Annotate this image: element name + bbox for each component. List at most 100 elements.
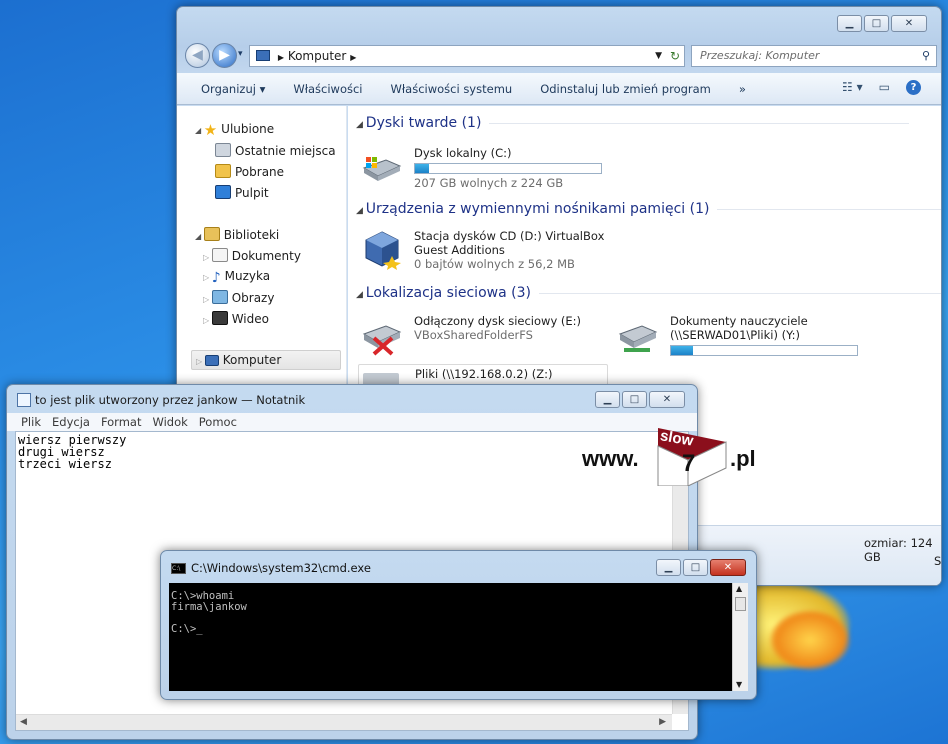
cmd-console[interactable]: C:\>whoami firma\jankow C:\>_ ▲ ▼ xyxy=(169,583,748,691)
explorer-caption-buttons: ▁ □ ✕ xyxy=(837,15,927,32)
menu-format[interactable]: Format xyxy=(101,415,142,429)
network-drive-icon xyxy=(618,322,658,356)
expand-arrow-icon[interactable]: ▷ xyxy=(196,357,205,366)
group-heading: Urządzenia z wymiennymi nośnikami pamięc… xyxy=(365,201,710,217)
expand-arrow-icon[interactable]: ▷ xyxy=(203,253,212,262)
collapse-arrow-icon[interactable]: ◢ xyxy=(356,290,366,300)
libraries-icon xyxy=(203,227,220,241)
search-placeholder: Przeszukaj: Komputer xyxy=(700,49,820,62)
notepad-caption-buttons: ▁ □ ✕ xyxy=(595,391,685,408)
cmd-icon: C:\ xyxy=(171,563,186,574)
scroll-right-icon[interactable]: ▶ xyxy=(659,717,666,727)
breadcrumb-computer[interactable]: Komputer xyxy=(288,49,347,63)
expand-arrow-icon[interactable]: ▷ xyxy=(203,316,212,325)
cmd-caption-buttons: ▁ □ ✕ xyxy=(656,559,746,576)
logo-seven: 7 xyxy=(682,450,696,477)
group-network[interactable]: ◢ Lokalizacja sieciowa (3) xyxy=(356,285,941,301)
menu-edit[interactable]: Edycja xyxy=(52,415,90,429)
refresh-icon[interactable]: ↻ xyxy=(670,46,680,66)
drive-d-free-space: 0 bajtów wolnych z 56,2 MB xyxy=(414,257,575,271)
nav-libraries[interactable]: ◢ Biblioteki xyxy=(195,227,279,242)
star-icon: ★ xyxy=(203,121,218,139)
organize-button[interactable]: Organizuj ▾ xyxy=(201,82,265,96)
minimize-button[interactable]: ▁ xyxy=(837,15,862,32)
nav-recent-places[interactable]: Ostatnie miejsca xyxy=(215,143,336,158)
group-heading: Dyski twarde (1) xyxy=(365,115,482,131)
nav-label: Ulubione xyxy=(221,122,275,136)
expand-arrow-icon[interactable]: ◢ xyxy=(195,232,204,241)
recent-pages-chevron-icon[interactable]: ▾ xyxy=(238,49,243,59)
maximize-button[interactable]: □ xyxy=(622,391,647,408)
search-input[interactable]: Przeszukaj: Komputer ⚲ xyxy=(691,45,937,67)
drive-c-free-space: 207 GB wolnych z 224 GB xyxy=(414,176,564,190)
expand-arrow-icon[interactable]: ▷ xyxy=(203,273,212,282)
address-bar[interactable]: ▶ Komputer ▶ ▼ ↻ xyxy=(249,45,685,67)
address-dropdown-icon[interactable]: ▼ xyxy=(655,46,662,66)
wallpaper-glow-2 xyxy=(770,610,850,670)
close-button[interactable]: ✕ xyxy=(891,15,927,32)
more-commands-button[interactable]: » xyxy=(739,82,746,96)
hard-drive-icon xyxy=(362,154,402,182)
expand-arrow-icon[interactable]: ▷ xyxy=(203,295,212,304)
collapse-arrow-icon[interactable]: ◢ xyxy=(356,120,366,130)
cmd-output[interactable]: C:\>whoami firma\jankow C:\>_ xyxy=(171,591,247,635)
scroll-up-icon[interactable]: ▲ xyxy=(736,584,742,593)
system-properties-button[interactable]: Właściwości systemu xyxy=(391,82,513,96)
drive-z-name: Pliki (\\192.168.0.2) (Z:) xyxy=(415,367,553,381)
menu-view[interactable]: Widok xyxy=(152,415,187,429)
maximize-button[interactable]: □ xyxy=(683,559,708,576)
change-view-icon[interactable]: ☷ ▾ xyxy=(842,80,863,95)
breadcrumb-arrow-icon: ▶ xyxy=(277,53,284,62)
drive-y-name-line1: Dokumenty nauczyciele xyxy=(670,314,808,328)
logo-www: www. xyxy=(582,446,639,471)
close-button[interactable]: ✕ xyxy=(649,391,685,408)
search-icon[interactable]: ⚲ xyxy=(922,46,930,66)
divider xyxy=(489,122,910,124)
nav-label: Komputer xyxy=(222,353,282,367)
group-hard-drives[interactable]: ◢ Dyski twarde (1) xyxy=(356,115,910,131)
drive-c-usage-fill xyxy=(415,164,430,173)
nav-label: Wideo xyxy=(231,312,269,326)
maximize-button[interactable]: □ xyxy=(864,15,889,32)
downloads-folder-icon xyxy=(215,164,231,178)
nav-favorites[interactable]: ◢ ★ Ulubione xyxy=(195,121,275,139)
scroll-thumb[interactable] xyxy=(735,597,746,611)
minimize-button[interactable]: ▁ xyxy=(656,559,681,576)
virtualbox-cd-icon xyxy=(362,230,402,270)
forward-icon[interactable]: ▶ xyxy=(212,43,237,68)
help-icon[interactable]: ? xyxy=(906,80,921,95)
nav-downloads[interactable]: Pobrane xyxy=(215,164,284,179)
drive-y-usage-fill xyxy=(671,346,694,355)
documents-icon xyxy=(211,248,228,262)
collapse-arrow-icon[interactable]: ◢ xyxy=(356,206,366,216)
properties-button[interactable]: Właściwości xyxy=(293,82,362,96)
drive-c-usage-bar xyxy=(414,163,602,174)
back-icon[interactable]: ◀ xyxy=(185,43,210,68)
nav-desktop[interactable]: Pulpit xyxy=(215,185,269,200)
cmd-title: C:\Windows\system32\cmd.exe xyxy=(191,561,371,575)
close-button[interactable]: ✕ xyxy=(710,559,746,576)
nav-video[interactable]: ▷ Wideo xyxy=(203,311,269,326)
horizontal-scrollbar[interactable]: ◀ ▶ xyxy=(16,714,672,730)
group-removable[interactable]: ◢ Urządzenia z wymiennymi nośnikami pami… xyxy=(356,201,941,217)
menu-file[interactable]: Plik xyxy=(21,415,41,429)
preview-pane-icon[interactable]: ▭ xyxy=(879,80,890,95)
address-row: ◀ ▶ ▾ ▶ Komputer ▶ ▼ ↻ Przeszukaj: Kompu… xyxy=(185,43,937,69)
nav-documents[interactable]: ▷ Dokumenty xyxy=(203,248,301,263)
nav-label: Biblioteki xyxy=(223,228,280,242)
nav-pictures[interactable]: ▷ Obrazy xyxy=(203,290,274,305)
drive-y-usage-bar xyxy=(670,345,858,356)
nav-music[interactable]: ▷ ♪ Muzyka xyxy=(203,269,270,286)
nav-label: Pulpit xyxy=(235,186,269,200)
menu-help[interactable]: Pomoc xyxy=(199,415,237,429)
scroll-down-icon[interactable]: ▼ xyxy=(736,680,742,689)
drive-c-name: Dysk lokalny (C:) xyxy=(414,146,512,160)
expand-arrow-icon[interactable]: ◢ xyxy=(195,126,204,135)
notepad-content[interactable]: wiersz pierwszy drugi wiersz trzeci wier… xyxy=(18,434,126,470)
minimize-button[interactable]: ▁ xyxy=(595,391,620,408)
nav-computer[interactable]: ▷ Komputer xyxy=(191,350,341,370)
command-bar: Organizuj ▾ Właściwości Właściwości syst… xyxy=(177,73,941,105)
scroll-left-icon[interactable]: ◀ xyxy=(20,717,27,727)
vertical-scrollbar[interactable]: ▲ ▼ xyxy=(732,583,748,691)
uninstall-program-button[interactable]: Odinstaluj lub zmień program xyxy=(540,82,711,96)
